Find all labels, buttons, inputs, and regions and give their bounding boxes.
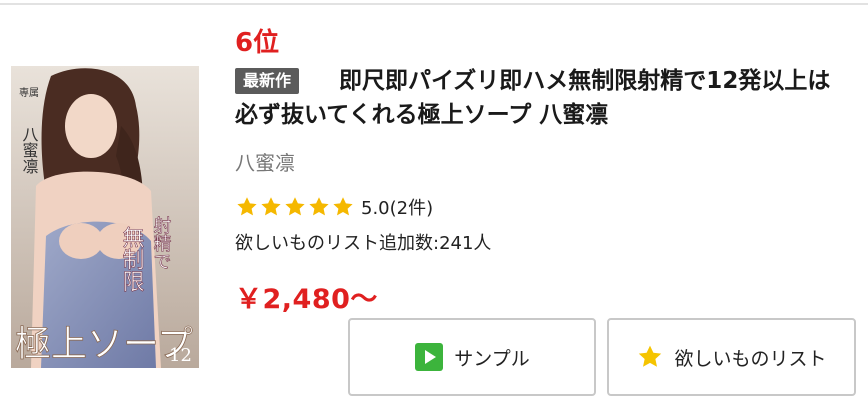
star-icon: [261, 197, 281, 216]
product-title[interactable]: 即尺即パイズリ即ハメ無制限射精で12発以上は必ず抜いてくれる極上ソープ 八蜜凛: [235, 64, 835, 132]
cover-text: 無制限: [119, 226, 145, 292]
wishlist-count: 欲しいものリスト追加数:241人: [235, 233, 492, 254]
price: ￥2,480〜: [235, 284, 378, 315]
rank-label: 6位: [235, 28, 280, 58]
cover-text: 射精で: [151, 216, 172, 270]
wishlist-button[interactable]: 欲しいものリスト: [607, 318, 856, 396]
sample-button[interactable]: サンプル: [348, 318, 596, 396]
star-icon: [309, 197, 329, 216]
actress-name[interactable]: 八蜜凛: [235, 147, 295, 176]
rating-stars: [235, 195, 355, 219]
wishlist-button-label: 欲しいものリスト: [674, 347, 827, 370]
rating: 5.0(2件): [235, 194, 433, 220]
cover-text: 12: [169, 345, 192, 366]
cover-text: 極上ソープ: [15, 324, 193, 365]
cover-art: 専属 八蜜凛 無制限 射精で 極上ソープ 12: [11, 66, 199, 368]
rating-text[interactable]: 5.0(2件): [361, 194, 433, 220]
cover-text: 八蜜凛: [20, 126, 39, 174]
star-icon: [333, 197, 353, 216]
star-icon: [237, 197, 257, 216]
cover-text: 専属: [19, 87, 39, 99]
star-icon: [285, 197, 305, 216]
star-icon: [636, 343, 664, 371]
top-divider: [0, 3, 868, 5]
play-icon: [414, 342, 444, 372]
product-cover-image[interactable]: 専属 八蜜凛 無制限 射精で 極上ソープ 12: [11, 66, 199, 368]
sample-button-label: サンプル: [454, 347, 530, 370]
